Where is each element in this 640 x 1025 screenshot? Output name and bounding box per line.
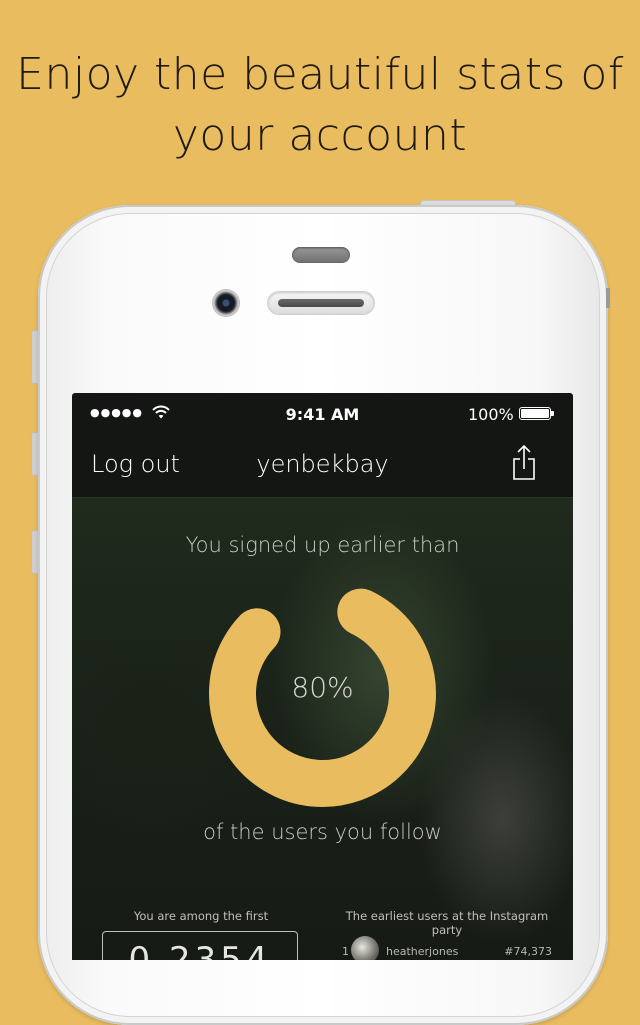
percentage-label: 80% — [291, 671, 354, 704]
navigation-bar: Log out yenbekbay — [72, 435, 573, 498]
share-icon[interactable] — [509, 443, 539, 483]
rank-username: heatherjones — [386, 945, 459, 958]
rank-number: 1 — [342, 945, 349, 958]
status-bar: ●●●●● 9:41 AM 100% — [72, 393, 573, 435]
rank-user-number: #74,373 — [504, 945, 552, 958]
users-followed-caption: of the users you follow — [203, 820, 442, 844]
battery-percentage: 100% — [468, 405, 514, 424]
signed-up-caption: You signed up earlier than — [185, 533, 460, 557]
user-rank-counter: 0 2354 — [102, 931, 298, 960]
earliest-users-label: The earliest users at the Instagram part… — [345, 909, 549, 937]
avatar — [351, 936, 379, 960]
front-camera-icon — [213, 290, 239, 316]
headline-line-1: Enjoy the beautiful stats of — [16, 49, 624, 100]
headline-line-2: your account — [172, 110, 468, 161]
nav-title: yenbekbay — [256, 450, 389, 478]
phone-screen: ●●●●● 9:41 AM 100% Log out yenbekbay You… — [72, 393, 573, 960]
ranking-list-item[interactable]: 1 heatherjones #74,373 — [334, 936, 560, 960]
battery-icon — [519, 407, 554, 420]
among-first-label: You are among the first — [133, 909, 269, 923]
earpiece-speaker — [268, 292, 374, 314]
phone-antenna-band — [606, 288, 610, 308]
proximity-sensor — [292, 247, 350, 263]
promo-headline: Enjoy the beautiful stats of your accoun… — [0, 44, 640, 166]
